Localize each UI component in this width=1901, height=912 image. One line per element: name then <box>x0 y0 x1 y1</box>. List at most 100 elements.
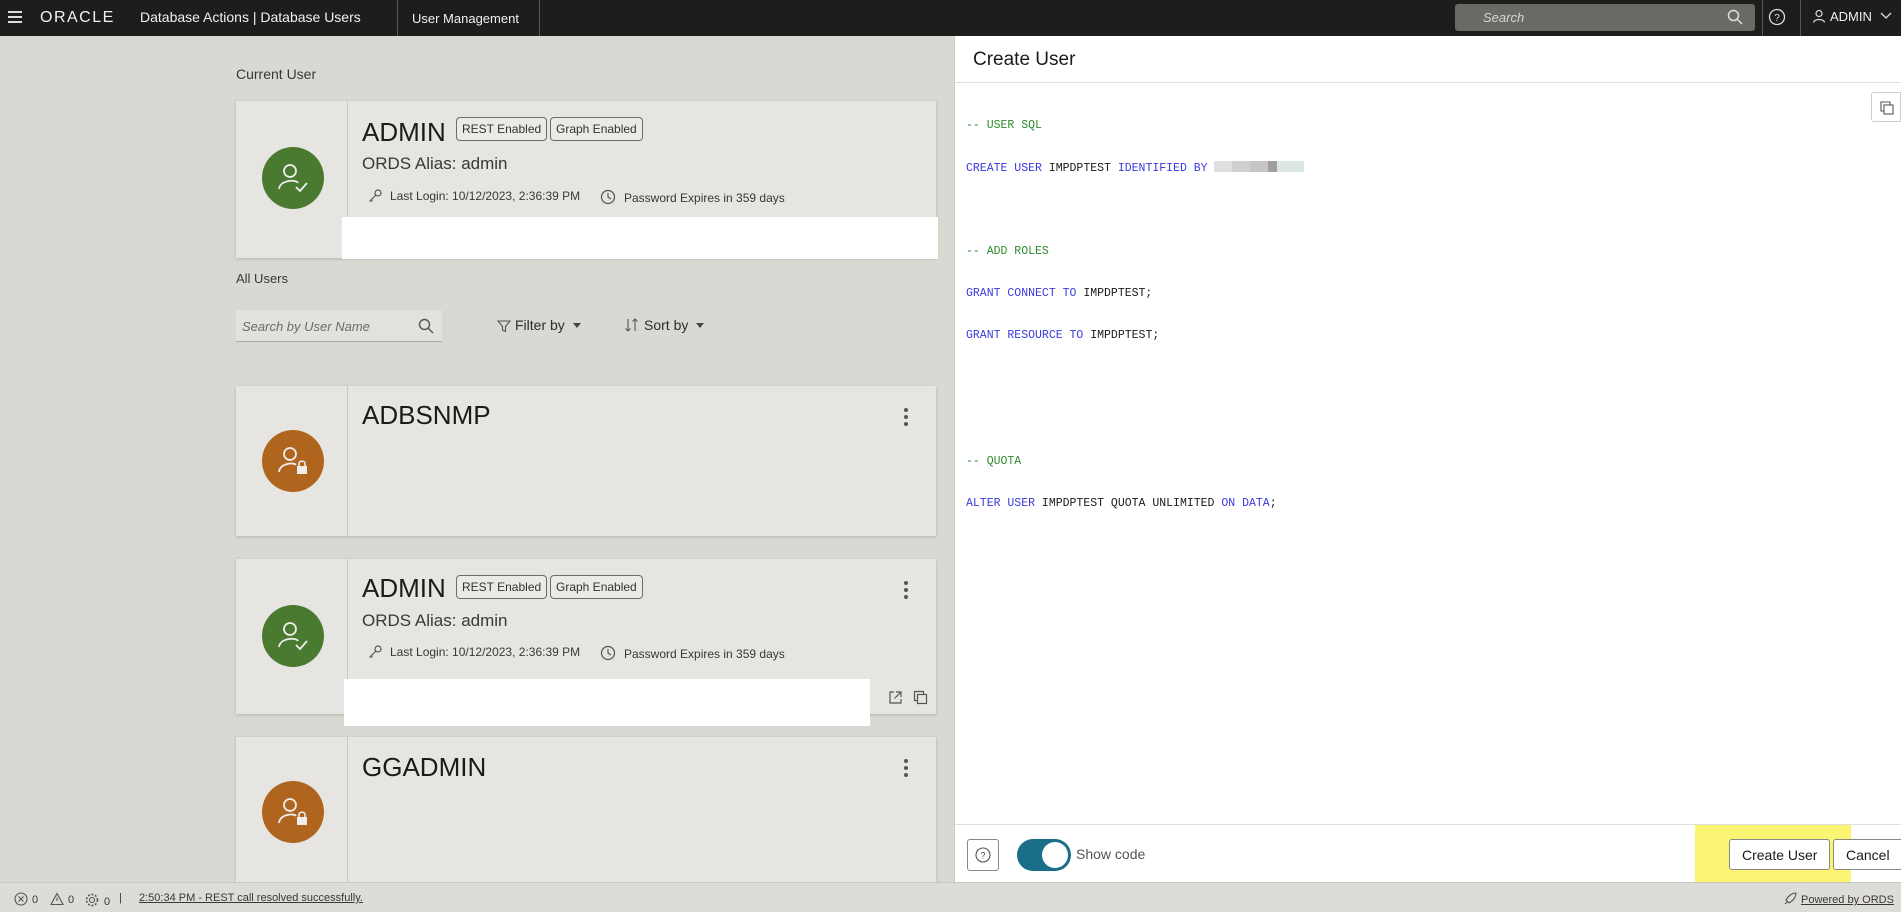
warning-count-text: 0 <box>68 894 75 906</box>
drawer-footer: ? Show code Create User Cancel <box>955 824 1901 883</box>
password-mask <box>1213 161 1304 172</box>
help-button[interactable]: ? <box>967 839 999 871</box>
cancel-button[interactable]: Cancel <box>1833 839 1901 870</box>
divider <box>397 0 398 36</box>
copy-icon[interactable] <box>913 690 928 705</box>
code-identifier: IMPDPTEST; <box>1083 329 1160 342</box>
code-identifier: IMPDPTEST <box>1041 162 1118 175</box>
user-card[interactable]: ADBSNMP <box>236 386 936 536</box>
code-comment: -- USER SQL <box>966 119 1042 132</box>
search-placeholder: Search <box>1483 10 1525 25</box>
last-login: Last Login: 10/12/2023, 2:36:39 PM <box>368 189 580 203</box>
all-users-heading: All Users <box>236 271 289 286</box>
code-keyword: IDENTIFIED BY <box>1117 162 1208 175</box>
rest-enabled-badge: REST Enabled <box>456 575 548 599</box>
sort-icon <box>625 318 638 332</box>
user-name: ADBSNMP <box>362 400 491 430</box>
chevron-down-icon <box>1880 12 1891 19</box>
task-count-text: 0 <box>104 896 111 908</box>
user-name: ADMIN <box>362 573 446 603</box>
filter-icon <box>496 320 512 333</box>
sort-by-label: Sort by <box>644 317 689 333</box>
caret-down-icon <box>572 323 581 328</box>
help-icon: ? <box>975 847 991 863</box>
divider <box>539 0 540 36</box>
user-menu-button[interactable]: ADMIN <box>1812 9 1896 24</box>
search-icon[interactable] <box>418 318 434 334</box>
user-active-icon <box>278 164 308 193</box>
error-icon <box>14 892 28 906</box>
ords-alias: ORDS Alias: admin <box>362 154 508 173</box>
code-keyword: ALTER USER <box>966 497 1036 510</box>
warning-count[interactable]: 0 <box>50 892 74 906</box>
top-bar: ORACLE Database Actions | Database Users… <box>0 0 1901 36</box>
clock-icon <box>600 645 616 661</box>
more-actions-icon[interactable] <box>904 759 908 780</box>
redacted-block <box>344 679 870 726</box>
error-count-text: 0 <box>32 894 39 906</box>
sort-by-button[interactable]: Sort by <box>624 317 705 333</box>
help-icon[interactable]: ? <box>1768 8 1786 26</box>
code-keyword: GRANT RESOURCE TO <box>966 329 1084 342</box>
more-actions-icon[interactable] <box>904 408 908 429</box>
hamburger-menu-icon[interactable] <box>8 11 22 23</box>
more-actions-icon[interactable] <box>904 581 908 602</box>
graph-enabled-badge: Graph Enabled <box>550 117 643 141</box>
copy-icon <box>1880 101 1894 115</box>
open-external-icon[interactable] <box>888 690 903 705</box>
drawer-header: Create User <box>955 36 1901 83</box>
avatar <box>262 430 324 492</box>
powered-by-ords[interactable]: Powered by ORDS <box>1783 892 1894 906</box>
password-expiry-text: Password Expires in 359 days <box>624 191 785 205</box>
user-card[interactable]: GGADMIN <box>236 737 936 882</box>
caret-down-icon <box>696 323 705 328</box>
create-user-button[interactable]: Create User <box>1729 839 1831 870</box>
rest-enabled-badge: REST Enabled <box>456 117 548 141</box>
user-name: GGADMIN <box>362 752 487 782</box>
current-user-heading: Current User <box>236 66 317 82</box>
code-keyword: DATA <box>1242 497 1270 510</box>
app-title: Database Actions | Database Users <box>140 9 361 25</box>
redacted-block <box>342 217 938 259</box>
sql-code-block[interactable]: -- USER SQL CREATE USER IMPDPTEST IDENTI… <box>966 91 1304 539</box>
search-icon[interactable] <box>1727 9 1743 25</box>
avatar <box>262 605 324 667</box>
user-locked-icon <box>278 447 307 474</box>
user-search-input[interactable]: Search by User Name <box>236 310 442 342</box>
filter-by-button[interactable]: Filter by <box>496 317 581 333</box>
tab-user-management[interactable]: User Management <box>412 11 519 26</box>
svg-text:?: ? <box>980 851 985 861</box>
copy-code-button[interactable] <box>1871 92 1901 122</box>
user-locked-icon <box>278 798 307 825</box>
user-icon <box>1812 9 1826 23</box>
rocket-icon <box>1784 892 1797 905</box>
last-login: Last Login: 10/12/2023, 2:36:39 PM <box>368 645 580 659</box>
show-code-label: Show code <box>1076 846 1146 862</box>
clock-icon <box>600 189 616 205</box>
gear-icon <box>85 893 99 907</box>
user-active-icon <box>278 622 308 651</box>
divider <box>1800 0 1801 36</box>
powered-by-text: Powered by ORDS <box>1801 894 1894 906</box>
error-count[interactable]: 0 <box>14 892 38 906</box>
code-comment: -- ADD ROLES <box>966 245 1049 258</box>
password-expiry: Password Expires in 359 days <box>600 645 785 661</box>
status-message[interactable]: 2:50:34 PM - REST call resolved successf… <box>139 892 363 904</box>
svg-text:?: ? <box>1774 13 1780 24</box>
code-identifier: IMPDPTEST QUOTA UNLIMITED <box>1035 497 1222 510</box>
user-name: ADMIN <box>362 117 446 147</box>
graph-enabled-badge: Graph Enabled <box>550 575 643 599</box>
user-search-placeholder: Search by User Name <box>242 319 370 334</box>
status-bar: 0 0 0 | 2:50:34 PM - REST call resolved … <box>0 882 1901 912</box>
task-count[interactable]: 0 <box>84 892 110 908</box>
last-login-text: Last Login: 10/12/2023, 2:36:39 PM <box>390 645 581 659</box>
password-expiry: Password Expires in 359 days <box>600 189 785 205</box>
avatar <box>262 147 324 209</box>
drawer-title: Create User <box>973 49 1076 70</box>
global-search-input[interactable]: Search <box>1455 4 1755 31</box>
last-login-text: Last Login: 10/12/2023, 2:36:39 PM <box>390 189 581 203</box>
filter-by-label: Filter by <box>515 317 565 333</box>
warning-icon <box>50 892 64 906</box>
code-identifier: ; <box>1269 497 1277 510</box>
show-code-toggle[interactable] <box>1017 839 1071 871</box>
